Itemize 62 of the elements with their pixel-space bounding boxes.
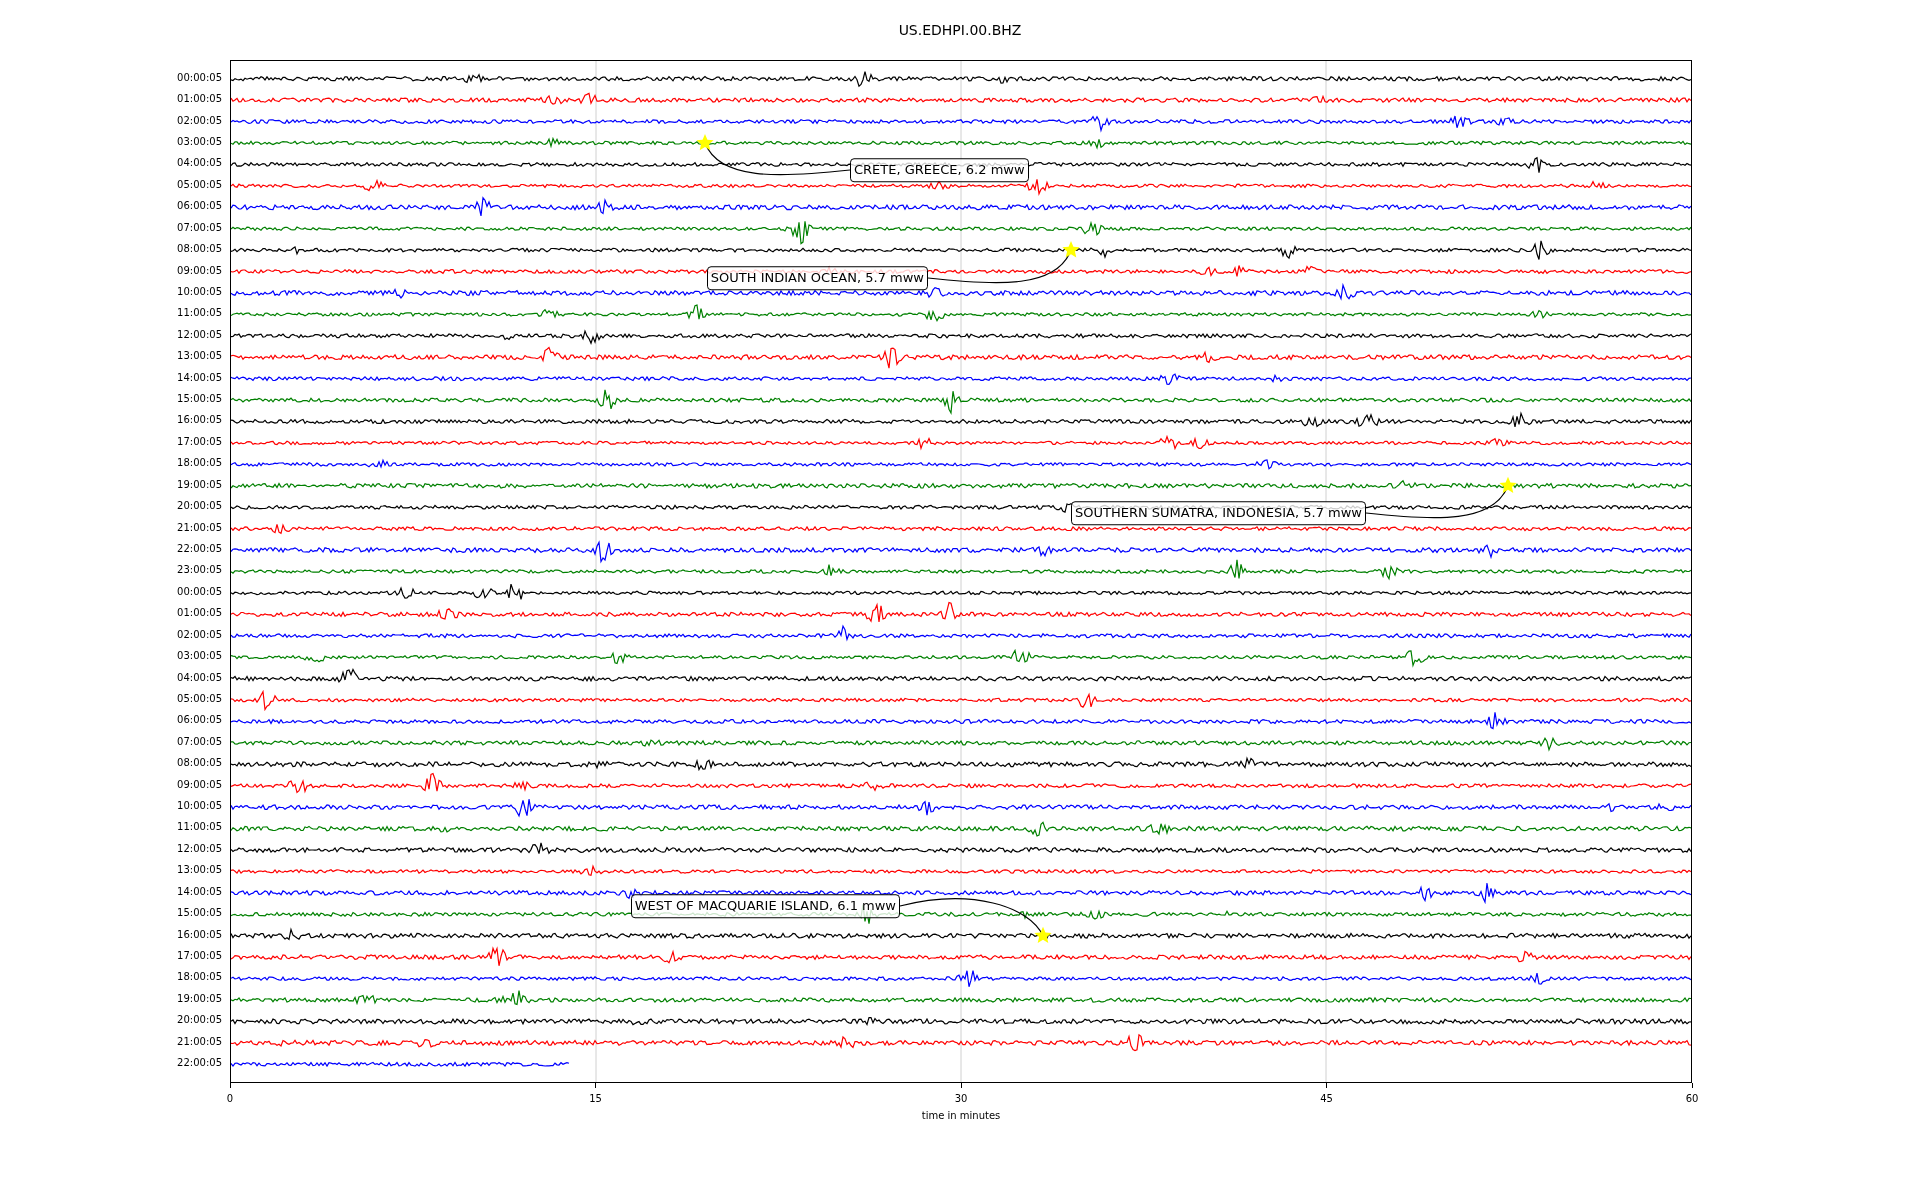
- time-label: 05:00:05: [177, 179, 222, 190]
- time-label: 00:00:05: [177, 72, 222, 83]
- star-icon: [1034, 926, 1052, 943]
- time-label: 13:00:05: [177, 865, 222, 876]
- time-label: 01:00:05: [177, 94, 222, 105]
- event-label: WEST OF MACQUARIE ISLAND, 6.1 mww: [630, 894, 900, 918]
- time-label: 19:00:05: [177, 479, 222, 490]
- star-icon: [1499, 476, 1517, 494]
- time-label: 10:00:05: [177, 801, 222, 812]
- time-label: 20:00:05: [177, 1015, 222, 1026]
- axis-label: time in minutes: [921, 1109, 1001, 1123]
- event-label: SOUTH INDIAN OCEAN, 5.7 mww: [706, 266, 928, 290]
- time-label: 08:00:05: [177, 758, 222, 769]
- event-label: CRETE, GREECE, 6.2 mww: [850, 158, 1029, 182]
- time-label: 16:00:05: [177, 415, 222, 426]
- time-label: 10:00:05: [177, 286, 222, 297]
- time-label: 02:00:05: [177, 115, 222, 126]
- time-label: 15:00:05: [177, 394, 222, 405]
- time-label: 21:00:05: [177, 1036, 222, 1047]
- time-label: 14:00:05: [177, 372, 222, 383]
- time-label: 22:00:05: [177, 544, 222, 554]
- time-label: 09:00:05: [177, 779, 222, 790]
- time-label: 17:00:05: [177, 436, 222, 447]
- time-label: 03:00:05: [177, 136, 222, 147]
- time-label: 07:00:05: [177, 222, 222, 233]
- chart-title: US.EDHPI.00.BHZ: [898, 20, 1022, 40]
- time-label: 19:00:05: [177, 993, 222, 1004]
- time-label: 18:00:05: [177, 972, 222, 983]
- time-label: 21:00:05: [177, 522, 222, 533]
- event-label: SOUTHERN SUMATRA, INDONESIA, 5.7 mww: [1071, 501, 1366, 525]
- time-label: 11:00:05: [177, 822, 222, 833]
- time-label: 16:00:05: [177, 929, 222, 940]
- time-label: 06:00:05: [177, 715, 222, 726]
- time-label: 04:00:05: [177, 672, 222, 683]
- time-label: 13:00:05: [177, 351, 222, 362]
- time-label: 01:00:05: [177, 608, 222, 619]
- time-label: 08:00:05: [177, 244, 222, 255]
- time-label: 09:00:05: [177, 265, 222, 276]
- time-label: 00:00:05: [177, 586, 222, 597]
- time-label: 17:00:05: [177, 951, 222, 961]
- time-label: 06:00:05: [177, 201, 222, 212]
- time-label: 22:00:05: [177, 1058, 222, 1069]
- time-label: 04:00:05: [177, 158, 222, 169]
- time-label: 23:00:05: [177, 565, 222, 576]
- time-label: 07:00:05: [177, 736, 222, 747]
- time-label: 02:00:05: [177, 629, 222, 640]
- time-label: 18:00:05: [177, 458, 222, 469]
- star-icon: [696, 134, 714, 151]
- axis-tick-label: 60: [1685, 1092, 1699, 1106]
- time-label: 20:00:05: [177, 501, 222, 512]
- star-icon: [1062, 241, 1080, 258]
- axis-tick-label: 0: [226, 1092, 234, 1106]
- time-label: 15:00:05: [177, 908, 222, 919]
- time-label: 11:00:05: [177, 308, 222, 319]
- time-label: 12:00:05: [177, 329, 222, 340]
- time-label: 12:00:05: [177, 843, 222, 854]
- time-label: 14:00:05: [177, 886, 222, 897]
- axis-tick-label: 30: [954, 1092, 968, 1106]
- axis-tick-label: 45: [1320, 1092, 1333, 1106]
- axis-tick-label: 15: [589, 1092, 602, 1106]
- time-label: 05:00:05: [177, 693, 222, 704]
- time-label: 03:00:05: [177, 651, 222, 662]
